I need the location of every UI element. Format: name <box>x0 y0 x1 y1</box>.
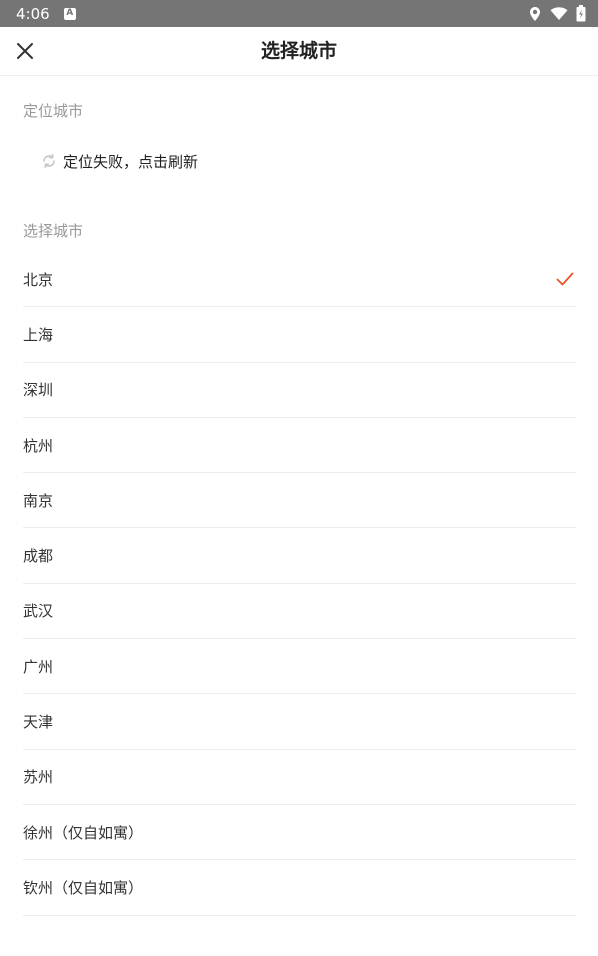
city-name: 南京 <box>23 491 54 510</box>
city-item-xuzhou[interactable]: 徐州（仅自如寓） <box>23 805 576 861</box>
city-item-shenzhen[interactable]: 深圳 <box>23 363 576 418</box>
checkmark-icon <box>556 272 574 286</box>
refresh-location-button[interactable]: 定位失败，点击刷新 <box>41 150 198 172</box>
city-item-nanjing[interactable]: 南京 <box>23 473 576 529</box>
city-list: 北京 上海 深圳 杭州 南京 成都 武汉 广州 天津 苏州 徐州（仅自如寓） 钦… <box>23 252 576 916</box>
city-item-beijing[interactable]: 北京 <box>23 252 576 308</box>
city-item-shanghai[interactable]: 上海 <box>23 307 576 363</box>
city-name: 徐州（仅自如寓） <box>23 823 144 842</box>
location-section-label: 定位城市 <box>23 102 84 120</box>
city-item-suzhou[interactable]: 苏州 <box>23 750 576 805</box>
status-icons <box>528 5 586 22</box>
city-name: 成都 <box>23 547 54 566</box>
page-title: 选择城市 <box>260 40 337 62</box>
app-bar: 选择城市 <box>0 27 598 76</box>
refresh-icon <box>43 154 55 168</box>
city-name: 上海 <box>23 325 54 344</box>
city-name: 钦州（仅自如寓） <box>23 878 144 897</box>
battery-icon <box>576 5 586 22</box>
city-item-chengdu[interactable]: 成都 <box>23 528 576 584</box>
city-item-wuhan[interactable]: 武汉 <box>23 584 576 640</box>
status-time: 4:06 <box>16 4 50 23</box>
city-item-guangzhou[interactable]: 广州 <box>23 639 576 695</box>
city-item-qinzhou[interactable]: 钦州（仅自如寓） <box>23 860 576 916</box>
status-bar: 4:06 A <box>0 0 598 27</box>
city-name: 天津 <box>23 713 54 732</box>
city-name: 杭州 <box>23 436 54 455</box>
close-button[interactable] <box>10 36 40 66</box>
city-section-label: 选择城市 <box>23 222 84 240</box>
location-status-text: 定位失败，点击刷新 <box>63 152 199 171</box>
wifi-icon <box>550 6 568 21</box>
city-name: 广州 <box>23 657 54 676</box>
city-item-hangzhou[interactable]: 杭州 <box>23 418 576 474</box>
location-pin-icon <box>528 6 542 22</box>
close-icon <box>17 43 33 59</box>
city-item-tianjin[interactable]: 天津 <box>23 694 576 750</box>
notification-a-icon: A <box>63 7 76 20</box>
city-name: 北京 <box>23 270 54 289</box>
city-name: 武汉 <box>23 602 54 621</box>
city-name: 苏州 <box>23 768 54 787</box>
city-name: 深圳 <box>23 381 54 400</box>
